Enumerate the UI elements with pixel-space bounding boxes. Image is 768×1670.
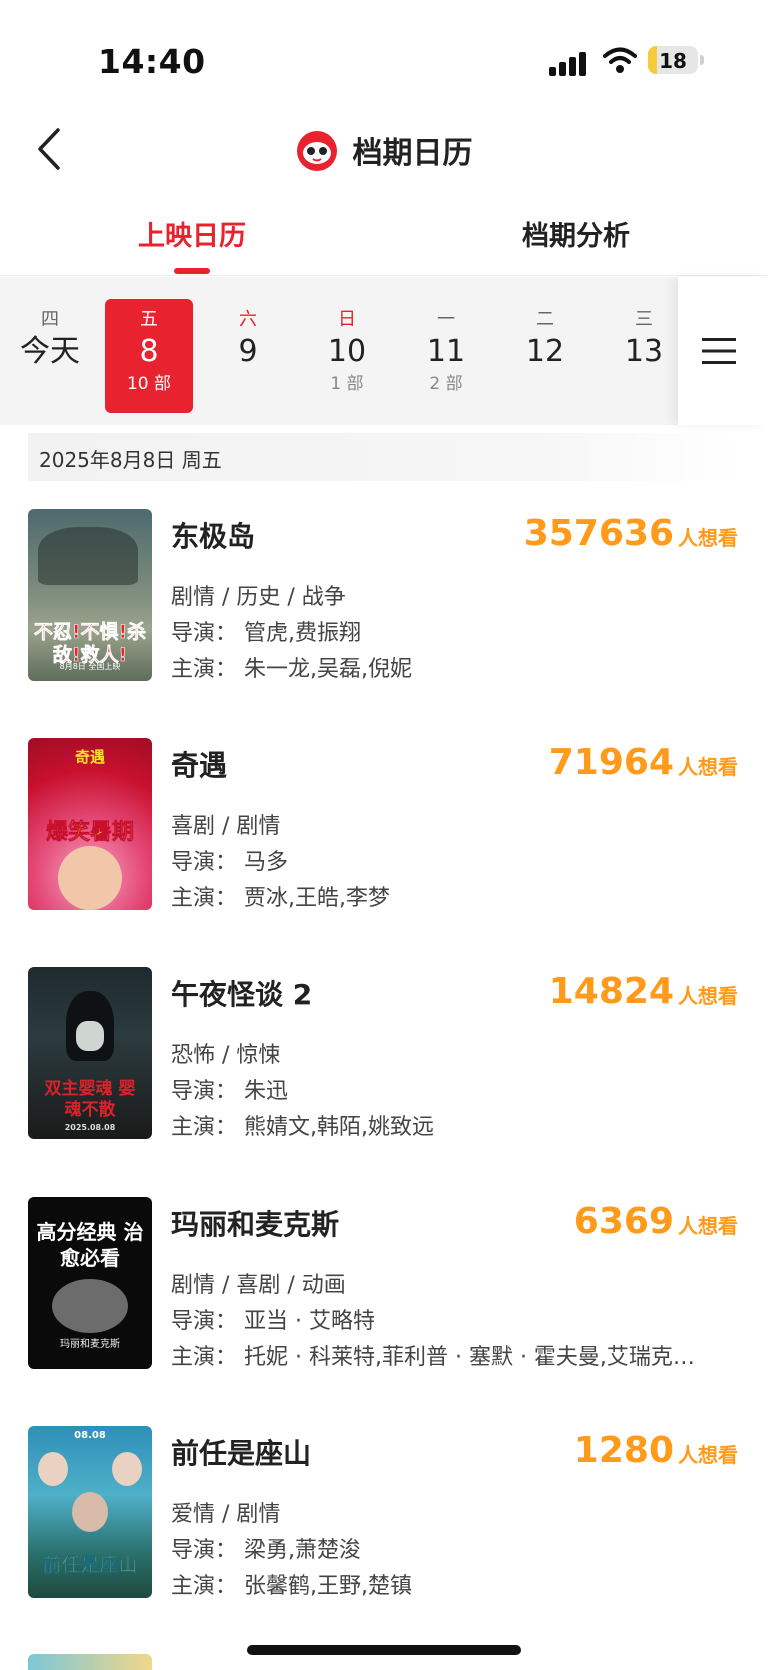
movie-director: 导演： 管虎,费振翔 [171, 621, 361, 646]
want-to-see-count: 71964 人想看 [548, 742, 738, 783]
battery-level: 18 [659, 49, 687, 73]
nav-header: 档期日历 [0, 110, 768, 190]
movie-item[interactable]: 08.08 前任是座山 前任是座山 1280 人想看 爱情 / 剧情 导演： 梁勇… [0, 1426, 768, 1626]
movie-poster[interactable]: 奇遇 爆笑暑期 [28, 738, 152, 910]
tab-release-calendar[interactable]: 上映日历 [0, 214, 384, 253]
date-cell-9[interactable]: 六 9 [204, 299, 292, 413]
wifi-icon [603, 47, 637, 73]
movie-title[interactable]: 奇遇 [171, 744, 227, 784]
movie-title[interactable]: 前任是座山 [171, 1432, 311, 1472]
movie-cast: 主演： 熊婧文,韩陌,姚致远 [171, 1115, 434, 1140]
want-to-see-count: 357636 人想看 [523, 513, 738, 554]
movie-item[interactable]: 高分经典 治愈必看 玛丽和麦克斯 玛丽和麦克斯 6369 人想看 剧情 / 喜剧 … [0, 1197, 768, 1397]
movie-title[interactable]: 东极岛 [171, 515, 255, 555]
date-cell-13[interactable]: 三 13 [600, 299, 688, 413]
movie-cast: 主演： 托妮 · 科莱特,菲利普 · 塞默 · 霍夫曼,艾瑞克… [171, 1345, 695, 1370]
date-cell-8[interactable]: 五 8 10 部 [105, 299, 193, 413]
movie-poster-partial[interactable] [28, 1654, 152, 1670]
movie-poster[interactable]: 不忍!不惧!杀敌!救人! 8月8日 全国上映 [28, 509, 152, 681]
movie-genre: 恐怖 / 惊悚 [171, 1043, 281, 1068]
want-to-see-count: 6369 人想看 [573, 1201, 738, 1242]
date-cell-10[interactable]: 日 10 1 部 [303, 299, 391, 413]
battery-icon: 18 [648, 46, 698, 74]
date-cell-12[interactable]: 二 12 [501, 299, 589, 413]
tab-bar: 上映日历 档期分析 [0, 200, 768, 276]
movie-genre: 爱情 / 剧情 [171, 1502, 281, 1527]
cellular-signal-icon [549, 52, 586, 76]
date-cell-11[interactable]: 一 11 2 部 [402, 299, 490, 413]
hamburger-menu-icon [702, 338, 736, 364]
movie-cast: 主演： 张馨鹤,王野,楚镇 [171, 1574, 412, 1599]
tab-schedule-analysis[interactable]: 档期分析 [384, 214, 768, 253]
maoyan-cat-logo-icon [297, 131, 338, 171]
movie-poster[interactable]: 高分经典 治愈必看 玛丽和麦克斯 [28, 1197, 152, 1369]
status-time: 14:40 [98, 42, 206, 81]
status-bar: 14:40 18 [0, 0, 768, 110]
menu-button[interactable] [678, 277, 768, 425]
movie-director: 导演： 朱迅 [171, 1079, 288, 1104]
movie-cast: 主演： 贾冰,王皓,李梦 [171, 886, 390, 911]
movie-genre: 剧情 / 喜剧 / 动画 [171, 1273, 346, 1298]
movie-item[interactable]: 不忍!不惧!杀敌!救人! 8月8日 全国上映 东极岛 357636 人想看 剧情 … [0, 509, 768, 709]
movie-director: 导演： 梁勇,萧楚浚 [171, 1538, 361, 1563]
active-tab-indicator [174, 268, 210, 274]
date-strip: 四 今天 五 8 10 部 六 9 日 10 1 部 一 11 2 部 二 12… [0, 277, 768, 425]
selected-date-label: 2025年8月8日 周五 [39, 448, 222, 472]
date-cell-today[interactable]: 四 今天 [6, 299, 94, 413]
selected-date-banner: 2025年8月8日 周五 [28, 433, 740, 481]
want-to-see-count: 14824 人想看 [548, 971, 738, 1012]
movie-title[interactable]: 玛丽和麦克斯 [171, 1203, 339, 1243]
movie-cast: 主演： 朱一龙,吴磊,倪妮 [171, 657, 412, 682]
movie-genre: 喜剧 / 剧情 [171, 814, 281, 839]
movie-director: 导演： 亚当 · 艾略特 [171, 1309, 375, 1334]
movie-poster[interactable]: 双主婴魂 婴魂不散 2025.08.08 [28, 967, 152, 1139]
page-title: 档期日历 [352, 136, 473, 171]
home-indicator [247, 1645, 521, 1655]
movie-title[interactable]: 午夜怪谈 2 [171, 973, 312, 1013]
movie-director: 导演： 马多 [171, 850, 288, 875]
want-to-see-count: 1280 人想看 [573, 1430, 738, 1471]
movie-genre: 剧情 / 历史 / 战争 [171, 585, 346, 610]
movie-poster[interactable]: 08.08 前任是座山 [28, 1426, 152, 1598]
movie-item[interactable]: 奇遇 爆笑暑期 奇遇 71964 人想看 喜剧 / 剧情 导演： 马多 主演： 贾… [0, 738, 768, 938]
movie-item[interactable]: 双主婴魂 婴魂不散 2025.08.08 午夜怪谈 2 14824 人想看 恐怖 … [0, 967, 768, 1167]
